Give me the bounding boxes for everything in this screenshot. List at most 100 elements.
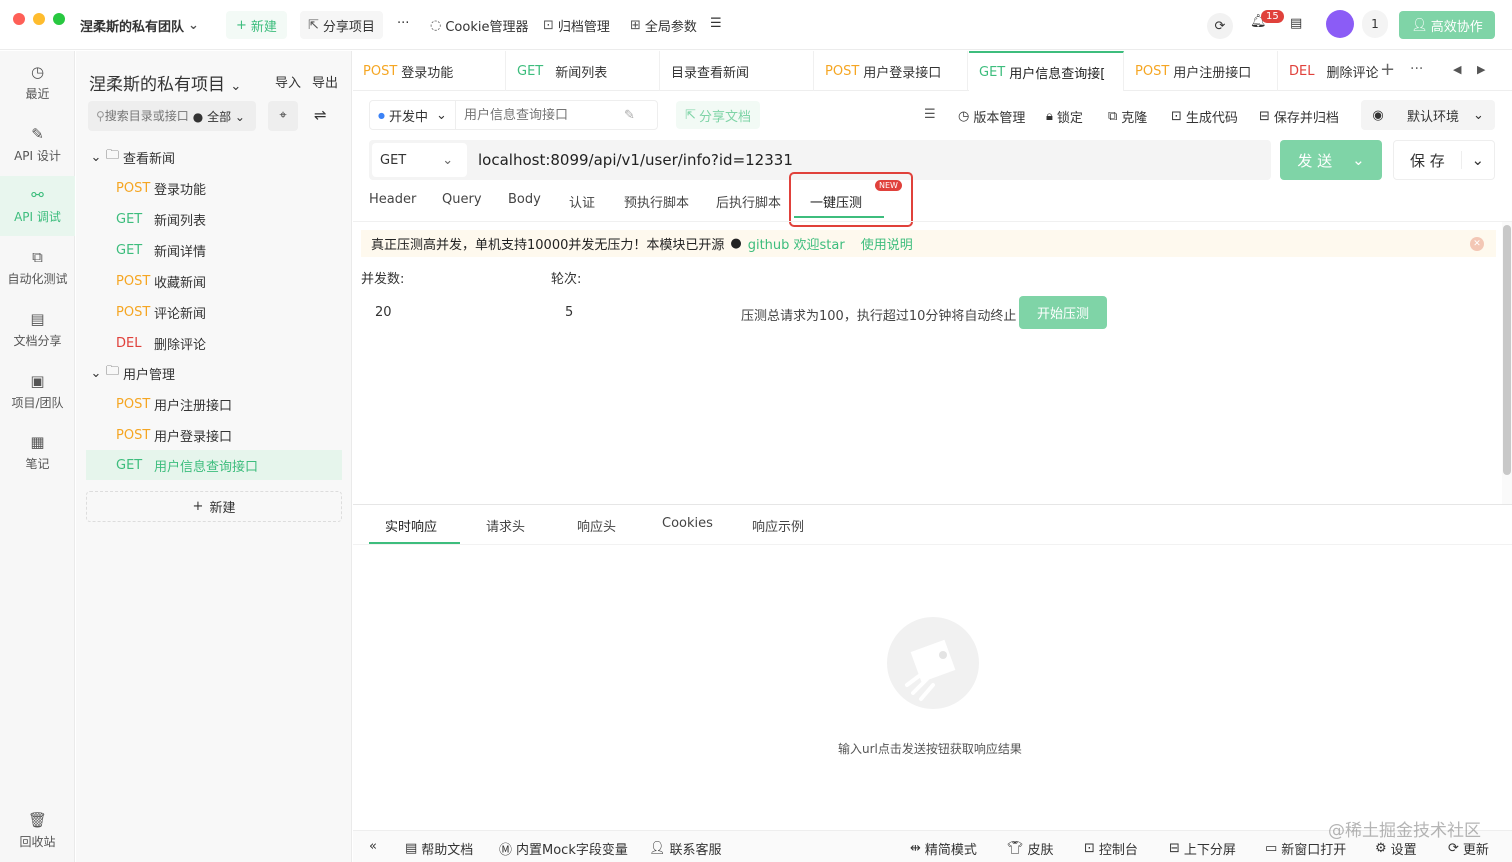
- nav-notes[interactable]: ▦ 笔记: [0, 423, 75, 483]
- support-button[interactable]: 👤︎ 联系客服: [649, 839, 722, 858]
- nav-recent[interactable]: ◷ 最近: [0, 53, 75, 113]
- simple-mode-button[interactable]: ⇹ 精简模式: [910, 839, 977, 858]
- nav-doc-share[interactable]: ▤ 文档分享: [0, 300, 75, 360]
- collapse-menu-icon[interactable]: ☰: [710, 16, 722, 31]
- close-window-button[interactable]: [13, 13, 25, 25]
- env-select[interactable]: ◉ 默认环境 ⌄: [1361, 100, 1495, 130]
- search-box[interactable]: ⚲ ● 全部 ⌄: [88, 101, 256, 131]
- new-button[interactable]: + 新建: [226, 11, 287, 39]
- lock-button[interactable]: 🔒︎ 锁定: [1046, 107, 1083, 126]
- add-tab-icon[interactable]: +: [1380, 59, 1395, 80]
- user-count[interactable]: 1: [1362, 10, 1388, 38]
- minimize-window-button[interactable]: [33, 13, 45, 25]
- send-button[interactable]: 发 送 ⌄: [1280, 140, 1382, 180]
- tab-stress-test[interactable]: 一键压测: [810, 192, 862, 211]
- nav-api-design[interactable]: ✎ API 设计: [0, 115, 75, 175]
- folder-user[interactable]: ⌄ 🗀︎ 用户管理: [86, 358, 342, 388]
- update-button[interactable]: ⟳ 更新: [1448, 839, 1489, 858]
- tree-item[interactable]: GET 新闻详情: [86, 235, 342, 265]
- clone-button[interactable]: ⧉ 克隆: [1108, 107, 1147, 126]
- tree-item[interactable]: DEL 删除评论: [86, 328, 342, 358]
- method-select[interactable]: GET ⌄: [372, 143, 467, 177]
- search-input[interactable]: [104, 109, 193, 123]
- share-project-button[interactable]: ⇱ 分享项目: [300, 11, 383, 39]
- tab-request-headers[interactable]: 请求头: [486, 516, 525, 535]
- tab-response-headers[interactable]: 响应头: [577, 516, 616, 535]
- tab-header[interactable]: Header: [369, 192, 416, 207]
- tree-item[interactable]: GET 新闻列表: [86, 204, 342, 234]
- github-link[interactable]: github 欢迎star: [748, 234, 845, 253]
- console-button[interactable]: ⊡ 控制台: [1084, 839, 1138, 858]
- new-item-button[interactable]: + 新建: [86, 491, 342, 522]
- chevron-down-icon[interactable]: ⌄: [1460, 151, 1494, 169]
- filter-select[interactable]: ● 全部 ⌄: [193, 108, 245, 125]
- tab-login[interactable]: POST 登录功能: [353, 51, 506, 91]
- prev-tab-icon[interactable]: ◀: [1453, 63, 1461, 76]
- edit-icon[interactable]: ✎: [624, 108, 635, 123]
- version-button[interactable]: ◷ 版本管理: [958, 107, 1025, 126]
- tree-item-active[interactable]: GET 用户信息查询接口: [86, 450, 342, 480]
- split-button[interactable]: ⊟ 上下分屏: [1169, 839, 1236, 858]
- new-window-button[interactable]: ▭ 新窗口打开: [1265, 839, 1346, 858]
- nav-auto-test[interactable]: ⧉ 自动化测试: [0, 238, 75, 298]
- usage-link[interactable]: 使用说明: [861, 234, 913, 253]
- tree-item[interactable]: POST 用户登录接口: [86, 420, 342, 450]
- folder-news[interactable]: ⌄ 🗀︎ 查看新闻: [86, 142, 342, 172]
- start-stress-button[interactable]: 开始压测: [1019, 296, 1107, 329]
- save-button[interactable]: 保 存 ⌄: [1393, 140, 1495, 180]
- list-icon[interactable]: ☰: [924, 107, 936, 122]
- tab-body[interactable]: Body: [508, 192, 541, 207]
- tree-item[interactable]: POST 评论新闻: [86, 297, 342, 327]
- tab-user-info[interactable]: GET 用户信息查询接[: [969, 51, 1124, 91]
- more-tabs-icon[interactable]: ···: [1410, 61, 1423, 77]
- collapse-all-icon[interactable]: ⇌: [314, 106, 327, 124]
- message-icon[interactable]: ▤: [1290, 16, 1302, 31]
- sync-icon[interactable]: ⟳: [1207, 13, 1233, 39]
- collab-button[interactable]: 👤︎ 高效协作: [1399, 11, 1495, 39]
- save-archive-button[interactable]: ⊟ 保存并归档: [1259, 107, 1339, 126]
- nav-api-debug[interactable]: ⚯ API 调试: [0, 176, 75, 236]
- status-select[interactable]: ● 开发中 ⌄: [370, 101, 456, 129]
- export-button[interactable]: 导出: [312, 72, 338, 91]
- tab-user-register[interactable]: POST 用户注册接口: [1125, 51, 1278, 91]
- global-params-button[interactable]: ⊞ 全局参数: [630, 16, 697, 35]
- gen-code-button[interactable]: ⊡ 生成代码: [1171, 107, 1238, 126]
- project-title[interactable]: 涅柔斯的私有项目 ⌄: [89, 70, 241, 95]
- collapse-sidebar-icon[interactable]: «: [369, 839, 377, 854]
- api-name-input[interactable]: [464, 107, 624, 123]
- more-button[interactable]: ···: [397, 16, 409, 31]
- next-tab-icon[interactable]: ▶: [1477, 63, 1485, 76]
- cookie-manager-button[interactable]: ◌ Cookie管理器: [430, 16, 528, 35]
- tab-auth[interactable]: 认证: [569, 192, 595, 211]
- avatar[interactable]: [1326, 10, 1354, 38]
- tab-post-script[interactable]: 后执行脚本: [716, 192, 781, 211]
- settings-button[interactable]: ⚙ 设置: [1375, 839, 1417, 858]
- share-doc-button[interactable]: ⇱ 分享文档: [676, 101, 760, 129]
- tab-response-example[interactable]: 响应示例: [752, 516, 804, 535]
- tab-live-response[interactable]: 实时响应: [385, 516, 437, 535]
- help-doc-button[interactable]: ▤ 帮助文档: [405, 839, 473, 858]
- tab-news-list[interactable]: GET 新闻列表: [507, 51, 660, 91]
- tab-pre-script[interactable]: 预执行脚本: [624, 192, 689, 211]
- tab-user-login[interactable]: POST 用户登录接口: [815, 51, 968, 91]
- tab-delete-comment[interactable]: DEL 删除评论: [1279, 51, 1379, 91]
- tab-query[interactable]: Query: [442, 192, 482, 207]
- tree-item[interactable]: POST 收藏新闻: [86, 266, 342, 296]
- tab-folder-news[interactable]: 目录查看新闻: [661, 51, 814, 91]
- nav-trash[interactable]: 🗑︎ 回收站: [0, 801, 75, 861]
- nav-project-team[interactable]: ▣ 项目/团队: [0, 362, 75, 422]
- mock-button[interactable]: Ⓜ 内置Mock字段变量: [499, 839, 628, 858]
- maximize-window-button[interactable]: [53, 13, 65, 25]
- team-selector[interactable]: 涅柔斯的私有团队 ⌄: [80, 16, 199, 35]
- url-input[interactable]: localhost:8099/api/v1/user/info?id=12331: [478, 151, 793, 169]
- tab-cookies[interactable]: Cookies: [662, 516, 713, 531]
- import-button[interactable]: 导入: [275, 72, 301, 91]
- concurrency-input[interactable]: 20: [375, 305, 392, 320]
- close-icon[interactable]: ✕: [1470, 236, 1484, 251]
- tree-item[interactable]: POST 用户注册接口: [86, 389, 342, 419]
- scrollbar-thumb[interactable]: [1503, 225, 1511, 475]
- tree-item[interactable]: POST 登录功能: [86, 173, 342, 203]
- skin-button[interactable]: 👕︎ 皮肤: [1007, 839, 1054, 858]
- archive-button[interactable]: ⊡ 归档管理: [543, 16, 610, 35]
- rounds-input[interactable]: 5: [565, 305, 573, 320]
